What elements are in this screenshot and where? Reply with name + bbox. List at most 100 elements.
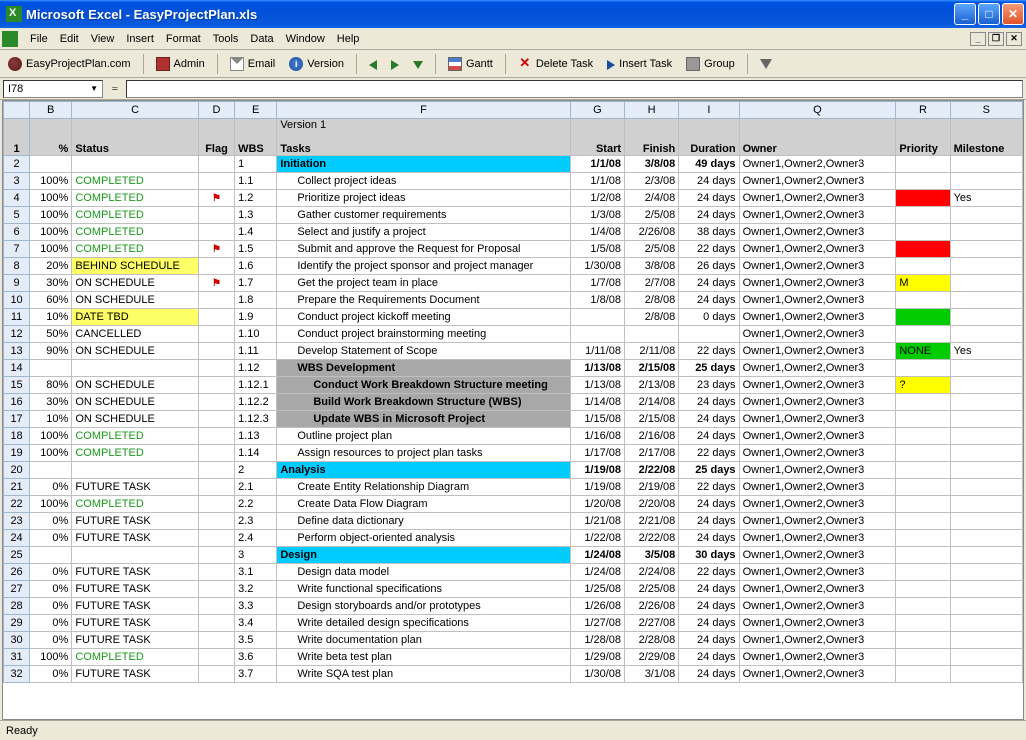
cell[interactable]: Write functional specifications — [277, 581, 570, 598]
cell[interactable]: Design data model — [277, 564, 570, 581]
cell[interactable]: Owner1,Owner2,Owner3 — [739, 292, 896, 309]
cell[interactable]: Select and justify a project — [277, 224, 570, 241]
cell[interactable] — [198, 377, 234, 394]
col-header-E[interactable]: E — [235, 102, 277, 119]
cell[interactable]: ON SCHEDULE — [72, 411, 199, 428]
cell[interactable] — [896, 309, 950, 326]
cell[interactable] — [198, 649, 234, 666]
cell[interactable]: ⚑ — [198, 275, 234, 292]
cell[interactable] — [198, 394, 234, 411]
row-header[interactable]: 30 — [4, 632, 30, 649]
cell[interactable]: COMPLETED — [72, 241, 199, 258]
cell[interactable]: M — [896, 275, 950, 292]
cell[interactable]: 2.4 — [235, 530, 277, 547]
cell[interactable]: 22 days — [679, 479, 739, 496]
cell[interactable]: 3/8/08 — [625, 156, 679, 173]
row-header[interactable]: 15 — [4, 377, 30, 394]
insert-task-button[interactable]: Insert Task — [603, 56, 676, 72]
cell[interactable]: 2.3 — [235, 513, 277, 530]
cell[interactable]: FUTURE TASK — [72, 598, 199, 615]
row-header[interactable]: 6 — [4, 224, 30, 241]
cell[interactable]: Yes — [950, 190, 1022, 207]
cell[interactable]: 1/29/08 — [570, 649, 624, 666]
cell[interactable]: Write beta test plan — [277, 649, 570, 666]
col-header-B[interactable]: B — [30, 102, 72, 119]
cell[interactable]: 25 days — [679, 360, 739, 377]
cell[interactable]: 1/4/08 — [570, 224, 624, 241]
cell[interactable] — [198, 513, 234, 530]
cell[interactable]: 24 days — [679, 428, 739, 445]
cell[interactable]: 2/27/08 — [625, 615, 679, 632]
cell[interactable]: 2/17/08 — [625, 445, 679, 462]
cell[interactable]: 1/19/08 — [570, 479, 624, 496]
cell[interactable]: WBS Development — [277, 360, 570, 377]
cell[interactable]: Conduct project kickoff meeting — [277, 309, 570, 326]
cell[interactable]: 1/16/08 — [570, 428, 624, 445]
cell[interactable]: 2/29/08 — [625, 649, 679, 666]
cell[interactable]: 3.7 — [235, 666, 277, 683]
cell[interactable] — [950, 173, 1022, 190]
row-header[interactable]: 24 — [4, 530, 30, 547]
cell[interactable] — [950, 598, 1022, 615]
cell[interactable]: 3.1 — [235, 564, 277, 581]
cell[interactable]: Write detailed design specifications — [277, 615, 570, 632]
cell[interactable] — [198, 428, 234, 445]
cell[interactable]: Update WBS in Microsoft Project — [277, 411, 570, 428]
col-header-D[interactable]: D — [198, 102, 234, 119]
row-header[interactable]: 11 — [4, 309, 30, 326]
cell[interactable]: Build Work Breakdown Structure (WBS) — [277, 394, 570, 411]
mdi-close-button[interactable]: ✕ — [1006, 32, 1022, 46]
cell[interactable]: 30% — [30, 275, 72, 292]
hdr-milestone[interactable]: Milestone — [950, 119, 1022, 156]
cell[interactable]: 1/15/08 — [570, 411, 624, 428]
name-box-dropdown-icon[interactable]: ▼ — [90, 84, 98, 93]
cell[interactable]: Create Data Flow Diagram — [277, 496, 570, 513]
cell[interactable]: FUTURE TASK — [72, 479, 199, 496]
cell[interactable]: COMPLETED — [72, 190, 199, 207]
cell[interactable] — [950, 377, 1022, 394]
cell[interactable]: Owner1,Owner2,Owner3 — [739, 496, 896, 513]
menu-tools[interactable]: Tools — [207, 31, 245, 47]
cell[interactable] — [896, 649, 950, 666]
cell[interactable]: 1/7/08 — [570, 275, 624, 292]
cell[interactable]: 24 days — [679, 173, 739, 190]
cell[interactable]: 26 days — [679, 258, 739, 275]
cell[interactable]: 2/28/08 — [625, 632, 679, 649]
cell[interactable]: BEHIND SCHEDULE — [72, 258, 199, 275]
cell[interactable] — [896, 173, 950, 190]
cell[interactable]: 1.4 — [235, 224, 277, 241]
cell[interactable]: ON SCHEDULE — [72, 377, 199, 394]
spreadsheet-grid[interactable]: B C D E F G H I Q R S 1 % Status Flag WB… — [2, 100, 1024, 720]
cell[interactable]: 30 days — [679, 547, 739, 564]
cell[interactable]: Owner1,Owner2,Owner3 — [739, 411, 896, 428]
cell[interactable]: 1.5 — [235, 241, 277, 258]
cell[interactable]: Owner1,Owner2,Owner3 — [739, 241, 896, 258]
cell[interactable]: COMPLETED — [72, 207, 199, 224]
cell[interactable]: 2/24/08 — [625, 564, 679, 581]
cell[interactable] — [198, 309, 234, 326]
row-header[interactable]: 29 — [4, 615, 30, 632]
cell[interactable]: 24 days — [679, 275, 739, 292]
cell[interactable]: Owner1,Owner2,Owner3 — [739, 207, 896, 224]
cell[interactable]: Owner1,Owner2,Owner3 — [739, 224, 896, 241]
cell[interactable]: 2/13/08 — [625, 377, 679, 394]
row-header[interactable]: 17 — [4, 411, 30, 428]
cell[interactable] — [625, 326, 679, 343]
cell[interactable]: Analysis — [277, 462, 570, 479]
cell[interactable]: 1/30/08 — [570, 666, 624, 683]
cell[interactable]: 100% — [30, 496, 72, 513]
cell[interactable]: 0% — [30, 666, 72, 683]
cell[interactable] — [30, 156, 72, 173]
mdi-minimize-button[interactable]: _ — [970, 32, 986, 46]
cell[interactable]: 0% — [30, 564, 72, 581]
cell[interactable]: Design — [277, 547, 570, 564]
cell[interactable]: 1.7 — [235, 275, 277, 292]
cell[interactable]: 1/30/08 — [570, 258, 624, 275]
cell[interactable] — [198, 615, 234, 632]
cell[interactable]: 2/25/08 — [625, 581, 679, 598]
maximize-button[interactable]: □ — [978, 3, 1000, 25]
cell[interactable] — [30, 547, 72, 564]
cell[interactable]: 0% — [30, 615, 72, 632]
row-header[interactable]: 27 — [4, 581, 30, 598]
cell[interactable]: 1.11 — [235, 343, 277, 360]
